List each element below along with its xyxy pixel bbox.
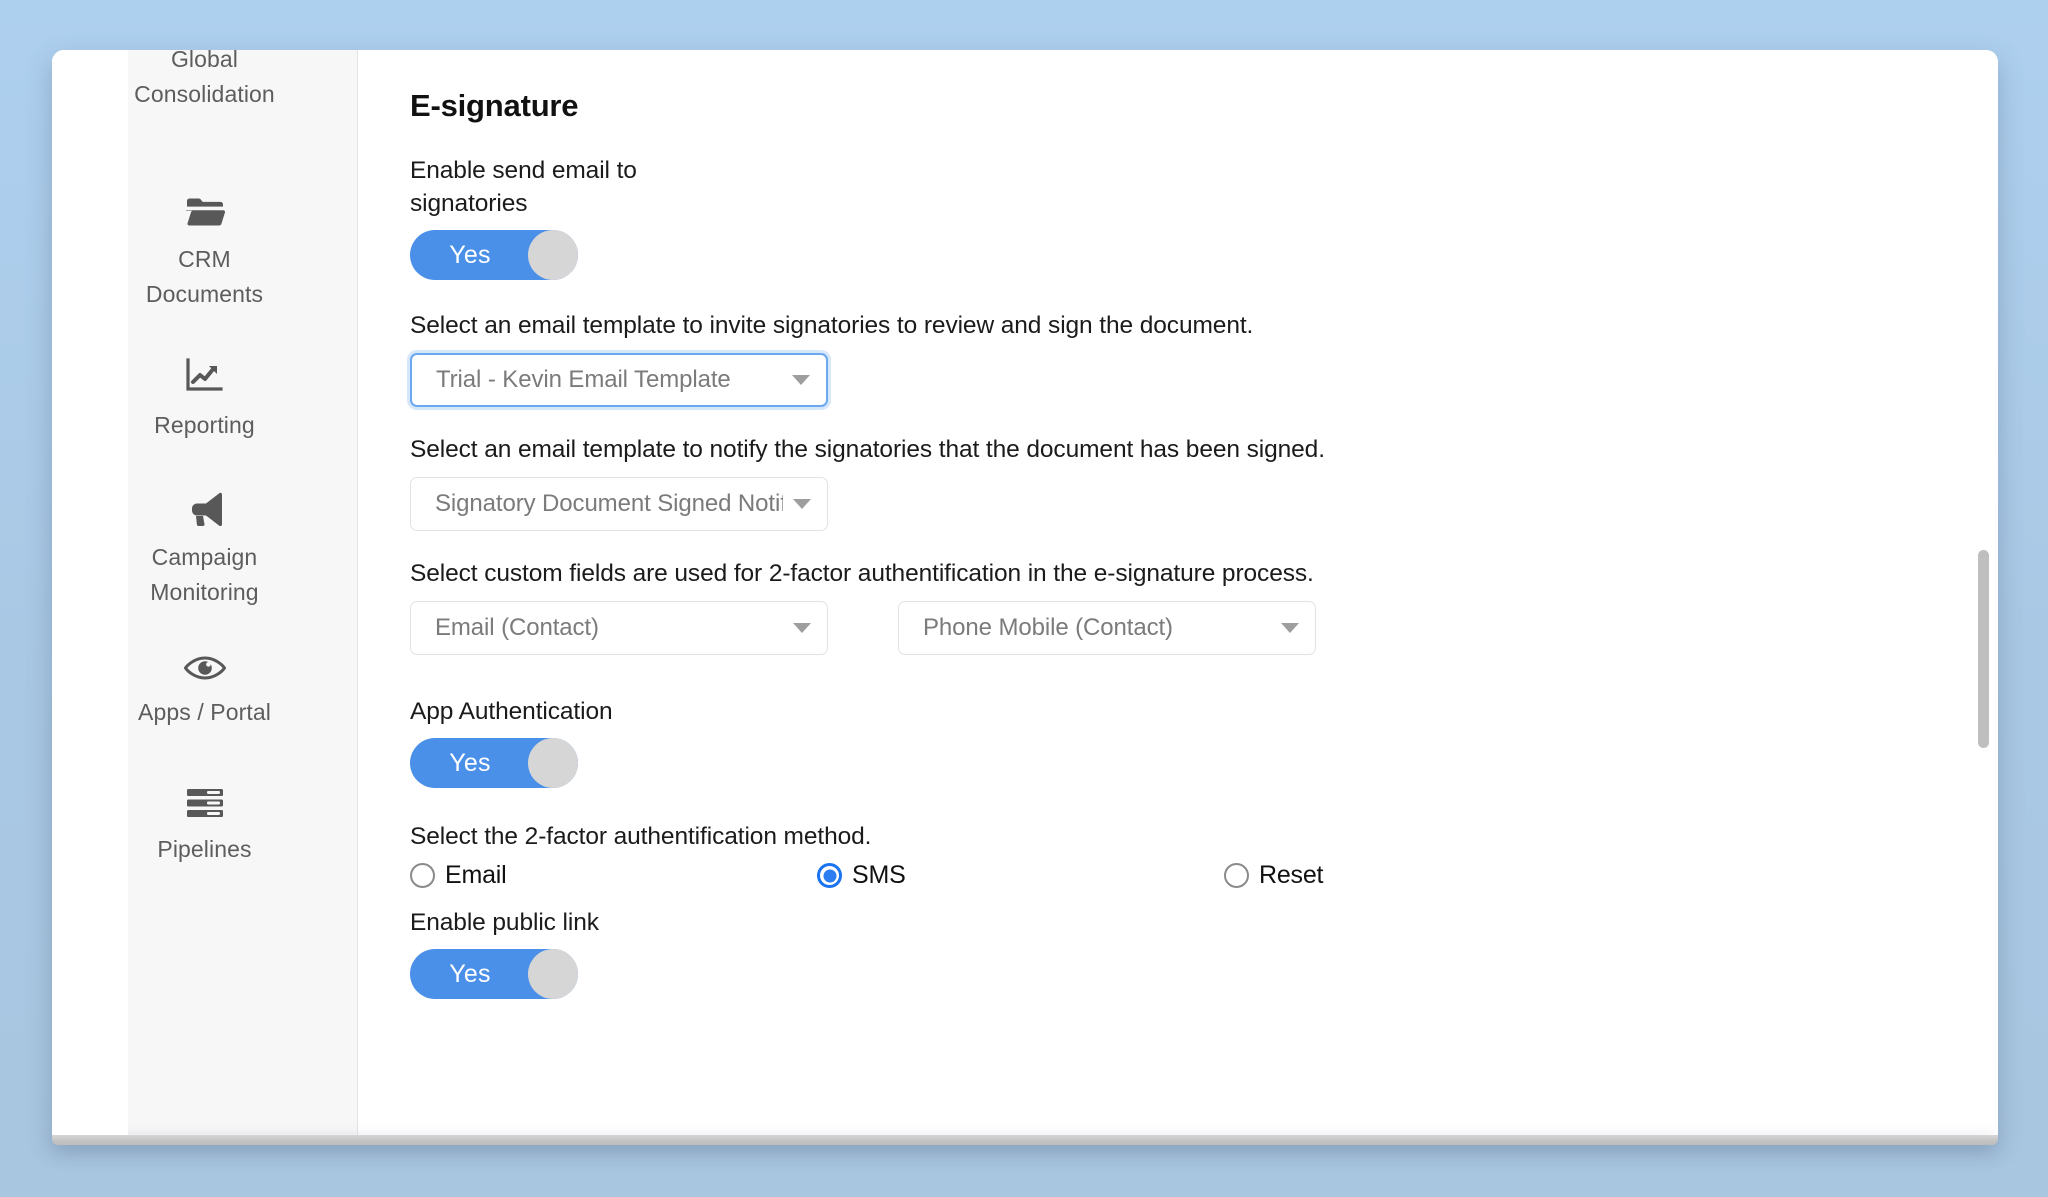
vertical-scrollbar-thumb[interactable] [1978,550,1989,748]
megaphone-icon [184,492,226,527]
enable-send-email-label: Enable send email to signatories [410,157,637,217]
radio-circle-icon [1224,863,1249,888]
sidebar-item-label: Campaign Monitoring [150,544,259,605]
chevron-down-icon [792,375,810,385]
sidebar-item-label: Pipelines [157,836,252,862]
radio-circle-icon [410,863,435,888]
enable-public-link-group: Enable public link Yes [410,906,1998,999]
chevron-down-icon [793,623,811,633]
enable-send-email-group: Enable send email to signatories Yes [410,154,1998,280]
custom-fields-label: Select custom fields are used for 2-fact… [410,560,1314,587]
toggle-state-label: Yes [449,241,491,269]
two-factor-method-label: Select the 2-factor authentification met… [410,823,872,850]
app-authentication-group: App Authentication Yes [410,695,1998,788]
radio-label: SMS [852,861,906,889]
sidebar-item-global-consolidation[interactable]: Global Consolidation [52,50,357,112]
folder-icon [185,196,225,228]
custom-field-1-value: Email (Contact) [435,614,599,641]
two-factor-method-radio-group: Email SMS Reset [410,861,1998,890]
signed-template-select[interactable]: Signatory Document Signed Notifi... [410,477,828,531]
app-authentication-toggle[interactable]: Yes [410,738,578,788]
radio-label: Reset [1259,861,1324,889]
sidebar-item-label: CRM Documents [145,246,264,307]
sidebar-navigation: Global Consolidation CRM Documents Reporti… [52,50,358,1135]
sidebar-item-label: Reporting [154,412,255,438]
sidebar-item-label: Apps / Portal [138,699,271,725]
toggle-state-label: Yes [449,960,491,988]
eye-icon [183,655,226,681]
radio-option-sms[interactable]: SMS [817,861,1224,890]
window-bottom-ledge [52,1135,1998,1145]
custom-field-2-value: Phone Mobile (Contact) [923,614,1173,641]
radio-label: Email [445,861,507,889]
pipelines-icon [186,788,224,818]
custom-field-1-select[interactable]: Email (Contact) [410,601,828,655]
toggle-knob[interactable] [528,230,578,280]
chevron-down-icon [1281,623,1299,633]
toggle-state-label: Yes [449,749,491,777]
sidebar-item-pipelines[interactable]: Pipelines [52,788,357,867]
invite-template-select[interactable]: Trial - Kevin Email Template [410,353,828,407]
two-factor-method-group: Select the 2-factor authentification met… [410,820,1998,890]
radio-option-email[interactable]: Email [410,861,817,890]
sidebar-item-label: Global Consolidation [134,50,275,107]
enable-send-email-toggle[interactable]: Yes [410,230,578,280]
chevron-down-icon [793,499,811,509]
sidebar-item-campaign-monitoring[interactable]: Campaign Monitoring [52,492,357,610]
invite-template-value: Trial - Kevin Email Template [436,366,731,393]
custom-fields-group: Select custom fields are used for 2-fact… [410,557,1998,655]
main-content: E-signature Enable send email to signato… [358,50,1998,1135]
radio-option-reset[interactable]: Reset [1224,861,1324,890]
toggle-knob[interactable] [528,949,578,999]
invite-template-group: Select an email template to invite signa… [410,309,1998,407]
invite-template-label: Select an email template to invite signa… [410,312,1254,339]
enable-public-link-toggle[interactable]: Yes [410,949,578,999]
sidebar-item-crm-documents[interactable]: CRM Documents [52,196,357,312]
chart-line-icon [185,358,225,394]
custom-field-2-select[interactable]: Phone Mobile (Contact) [898,601,1316,655]
enable-public-link-label: Enable public link [410,909,599,936]
signed-template-group: Select an email template to notify the s… [410,433,1998,531]
radio-circle-selected-icon [817,863,842,888]
signed-template-value: Signatory Document Signed Notifi... [435,490,783,517]
application-window: Global Consolidation CRM Documents Reporti… [52,50,1998,1135]
toggle-knob[interactable] [528,738,578,788]
page-title: E-signature [410,88,579,123]
vertical-scrollbar-track[interactable] [1978,50,1995,1135]
signed-template-label: Select an email template to notify the s… [410,436,1325,463]
sidebar-item-reporting[interactable]: Reporting [52,358,357,443]
sidebar-item-apps-portal[interactable]: Apps / Portal [52,655,357,730]
app-authentication-label: App Authentication [410,698,613,725]
